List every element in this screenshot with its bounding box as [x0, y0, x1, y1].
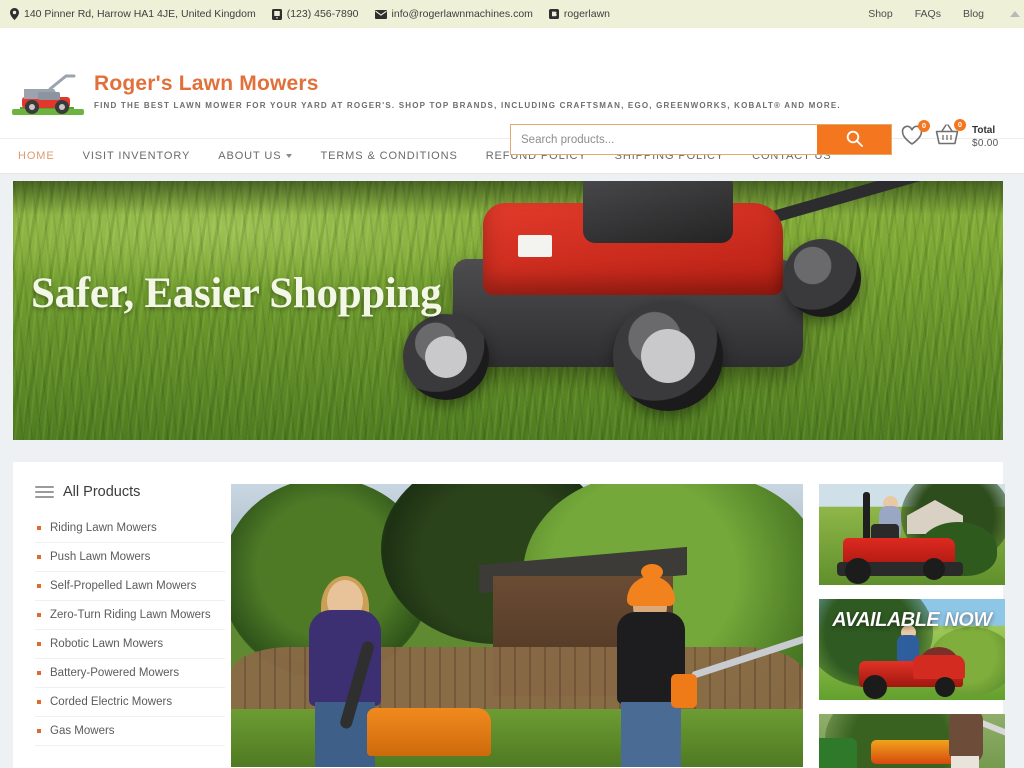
search-bar: [510, 124, 892, 155]
sidebar-item-self-propelled-lawn-mowers[interactable]: Self-Propelled Lawn Mowers: [35, 572, 225, 600]
nav-label: Visit Inventory: [82, 150, 191, 162]
bullet-square-icon: [37, 555, 41, 559]
address-item: 140 Pinner Rd, Harrow HA1 4JE, United Ki…: [10, 8, 256, 20]
bullet-square-icon: [37, 584, 41, 588]
bullet-square-icon: [37, 700, 41, 704]
promo-image-zero-turn-mower[interactable]: [819, 484, 1005, 585]
email-item[interactable]: info@rogerlawnmachines.com: [374, 8, 533, 20]
search-icon: [846, 130, 863, 150]
sidebar-item-label: Gas Mowers: [50, 725, 115, 737]
sidebar-item-label: Self-Propelled Lawn Mowers: [50, 580, 197, 592]
top-info-bar: 140 Pinner Rd, Harrow HA1 4JE, United Ki…: [0, 0, 1024, 28]
list-item[interactable]: Riding Lawn Mowers: [35, 514, 225, 543]
sidebar-item-push-lawn-mowers[interactable]: Push Lawn Mowers: [35, 543, 225, 571]
promo-banner-available-now[interactable]: AVAILABLE NOW: [819, 599, 1005, 700]
list-item[interactable]: Push Lawn Mowers: [35, 543, 225, 572]
nav-label: Terms & Conditions: [320, 150, 458, 162]
phone-item[interactable]: (123) 456-7890: [271, 8, 359, 20]
chevron-down-icon: [286, 154, 293, 158]
sidebar-item-label: Zero-Turn Riding Lawn Mowers: [50, 609, 211, 621]
wishlist-count-badge: 0: [918, 119, 930, 132]
address-text: 140 Pinner Rd, Harrow HA1 4JE, United Ki…: [24, 8, 256, 20]
cart-total-amount: $0.00: [972, 137, 999, 149]
nav-item-home[interactable]: Home: [18, 150, 55, 162]
cart-total-label: Total: [972, 125, 996, 136]
list-item[interactable]: Robotic Lawn Mowers: [35, 630, 225, 659]
sidebar-title: All Products: [63, 484, 141, 500]
social-icon: [548, 9, 559, 19]
nav-item-terms-conditions[interactable]: Terms & Conditions: [320, 150, 457, 162]
sidebar-item-zero-turn-riding-lawn-mowers[interactable]: Zero-Turn Riding Lawn Mowers: [35, 601, 225, 629]
nav-label: Home: [18, 150, 55, 162]
hero-section: Safer, Easier Shopping: [0, 174, 1024, 440]
promo-banner-text: AVAILABLE NOW: [832, 609, 992, 631]
search-button[interactable]: [817, 125, 891, 154]
sidebar-header[interactable]: All Products: [35, 484, 225, 500]
top-link-blog[interactable]: Blog: [963, 8, 984, 20]
content-section: All Products Riding Lawn Mowers Push Law…: [0, 440, 1024, 768]
location-pin-icon: [10, 8, 19, 20]
sidebar-item-label: Battery-Powered Mowers: [50, 667, 180, 679]
wishlist-button[interactable]: 0: [900, 119, 930, 151]
hamburger-menu-icon: [35, 486, 54, 498]
top-link-faqs[interactable]: FAQs: [915, 8, 941, 20]
sidebar-item-label: Robotic Lawn Mowers: [50, 638, 164, 650]
sidebar-item-label: Push Lawn Mowers: [50, 551, 151, 563]
sidebar-item-label: Riding Lawn Mowers: [50, 522, 157, 534]
list-item[interactable]: Zero-Turn Riding Lawn Mowers: [35, 601, 225, 630]
cart-total: Total $0.00: [972, 125, 999, 150]
top-contact-group: 140 Pinner Rd, Harrow HA1 4JE, United Ki…: [10, 8, 868, 20]
social-handle-text: rogerlawn: [563, 8, 611, 20]
site-title[interactable]: Roger's Lawn Mowers: [94, 72, 841, 96]
bullet-square-icon: [37, 729, 41, 733]
site-header: Roger's Lawn Mowers FIND THE BEST LAWN M…: [0, 28, 1024, 155]
sidebar-item-battery-powered-mowers[interactable]: Battery-Powered Mowers: [35, 659, 225, 687]
phone-icon: [271, 8, 282, 20]
hero-headline: Safer, Easier Shopping: [31, 270, 442, 317]
nav-label: About Us: [218, 150, 282, 162]
bullet-square-icon: [37, 671, 41, 675]
featured-image-block[interactable]: [231, 484, 803, 768]
promo-column: AVAILABLE NOW: [819, 484, 1005, 768]
sidebar-item-robotic-lawn-mowers[interactable]: Robotic Lawn Mowers: [35, 630, 225, 658]
site-logo[interactable]: [10, 73, 94, 119]
product-categories-sidebar: All Products Riding Lawn Mowers Push Law…: [29, 484, 225, 768]
heart-icon: [900, 125, 924, 150]
header-actions: 0 0 Total $0.00: [900, 119, 999, 151]
sidebar-item-corded-electric-mowers[interactable]: Corded Electric Mowers: [35, 688, 225, 716]
site-tagline: FIND THE BEST LAWN MOWER FOR YOUR YARD A…: [94, 101, 841, 110]
content-card: All Products Riding Lawn Mowers Push Law…: [13, 462, 1005, 768]
cart-count-badge: 0: [954, 119, 966, 131]
top-links-group: Shop FAQs Blog: [868, 8, 984, 20]
promo-image-push-mower[interactable]: [819, 714, 1005, 768]
list-item[interactable]: Battery-Powered Mowers: [35, 659, 225, 688]
social-item[interactable]: rogerlawn: [548, 8, 611, 20]
sidebar-item-riding-lawn-mowers[interactable]: Riding Lawn Mowers: [35, 514, 225, 542]
search-input[interactable]: [511, 125, 817, 154]
phone-text: (123) 456-7890: [286, 8, 359, 20]
list-item[interactable]: Gas Mowers: [35, 717, 225, 746]
top-link-shop[interactable]: Shop: [868, 8, 893, 20]
shopping-basket-icon: [934, 124, 960, 150]
category-list: Riding Lawn Mowers Push Lawn Mowers Self…: [35, 514, 225, 746]
bullet-square-icon: [37, 642, 41, 646]
brand-block: Roger's Lawn Mowers FIND THE BEST LAWN M…: [94, 72, 841, 110]
envelope-icon: [374, 9, 387, 19]
list-item[interactable]: Corded Electric Mowers: [35, 688, 225, 717]
sidebar-item-label: Corded Electric Mowers: [50, 696, 173, 708]
scroll-up-caret-icon[interactable]: [1010, 11, 1020, 17]
bullet-square-icon: [37, 613, 41, 617]
featured-garden-photo: [231, 484, 803, 767]
page-root: 140 Pinner Rd, Harrow HA1 4JE, United Ki…: [0, 0, 1024, 768]
email-text: info@rogerlawnmachines.com: [391, 8, 533, 20]
list-item[interactable]: Self-Propelled Lawn Mowers: [35, 572, 225, 601]
cart-button[interactable]: 0: [934, 119, 966, 151]
bullet-square-icon: [37, 526, 41, 530]
hero-banner[interactable]: Safer, Easier Shopping: [13, 181, 1003, 440]
nav-item-visit-inventory[interactable]: Visit Inventory: [83, 150, 191, 162]
nav-item-about-us[interactable]: About Us: [218, 150, 293, 162]
sidebar-item-gas-mowers[interactable]: Gas Mowers: [35, 717, 225, 745]
